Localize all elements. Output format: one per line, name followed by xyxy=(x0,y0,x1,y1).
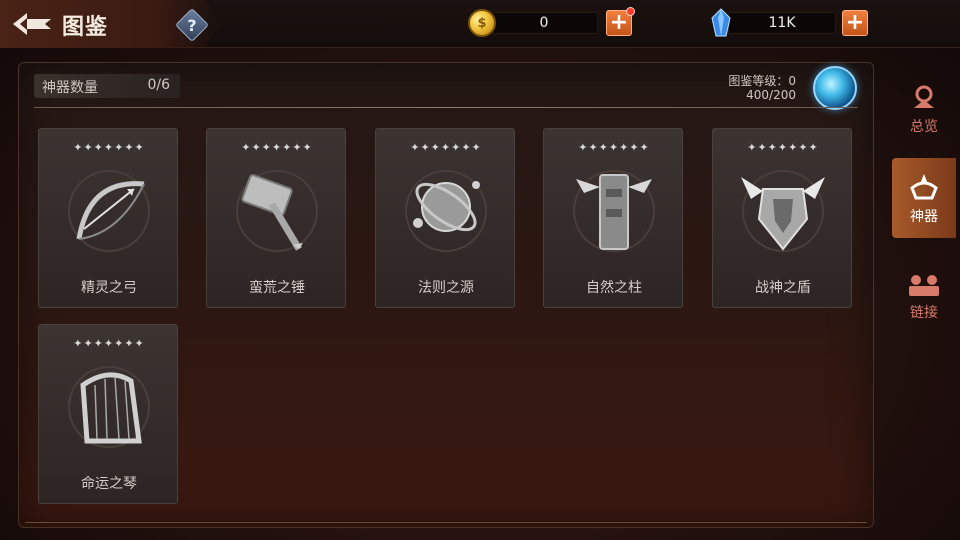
artifact-stars: ✦✦✦✦✦✦✦ xyxy=(73,337,145,350)
artifact-stars: ✦✦✦✦✦✦✦ xyxy=(73,141,145,154)
tab-overview-label: 总览 xyxy=(910,119,938,135)
artifact-name: 蛮荒之锤 xyxy=(249,280,305,296)
links-icon xyxy=(909,275,939,296)
gem-currency: 11K + xyxy=(706,8,870,37)
page-title: 图鉴 xyxy=(62,15,109,40)
top-bar: 图鉴 ? 0 $ + 11K + xyxy=(0,0,960,48)
gold-coin-icon: $ xyxy=(468,9,496,37)
artifact-name: 命运之琴 xyxy=(81,476,137,492)
gold-currency: 0 $ + xyxy=(468,7,635,37)
artifact-card-hammer[interactable]: ✦✦✦✦✦✦✦ 蛮荒之锤 xyxy=(206,128,346,308)
tab-artifacts[interactable]: 神器 xyxy=(892,158,956,238)
winged-shield-icon xyxy=(741,170,825,252)
hammer-icon xyxy=(236,170,318,252)
gem-amount: 11K xyxy=(768,15,796,31)
artifact-stars: ✦✦✦✦✦✦✦ xyxy=(241,141,313,154)
artifact-count-value: 0/6 xyxy=(147,77,170,93)
help-button[interactable]: ? xyxy=(175,8,209,42)
back-arrow-icon xyxy=(13,13,51,35)
artifact-card-shield[interactable]: ✦✦✦✦✦✦✦ 战神之盾 xyxy=(712,128,852,308)
divider xyxy=(34,107,858,108)
tab-links-label: 链接 xyxy=(910,305,938,321)
gold-amount: 0 xyxy=(539,15,549,31)
tab-links[interactable]: 链接 xyxy=(892,266,956,346)
tab-artifacts-label: 神器 xyxy=(910,209,938,225)
artifact-card-orb[interactable]: ✦✦✦✦✦✦✦ 法则之源 xyxy=(375,128,515,308)
artifact-stars: ✦✦✦✦✦✦✦ xyxy=(410,141,482,154)
harp-icon xyxy=(68,366,150,448)
blue-gem-icon xyxy=(711,8,731,37)
back-button[interactable] xyxy=(10,8,54,40)
artifact-card-pillar[interactable]: ✦✦✦✦✦✦✦ 自然之柱 xyxy=(543,128,683,308)
totem-pillar-icon xyxy=(573,170,655,252)
artifact-name: 自然之柱 xyxy=(586,280,642,296)
artifact-count-box: 神器数量 0/6 xyxy=(34,74,180,98)
tab-overview[interactable]: 总览 xyxy=(892,78,956,158)
artifact-count-label: 神器数量 xyxy=(42,80,98,96)
artifact-card-harp[interactable]: ✦✦✦✦✦✦✦ 命运之琴 xyxy=(38,324,178,504)
artifact-stars: ✦✦✦✦✦✦✦ xyxy=(747,141,819,154)
artifact-name: 战神之盾 xyxy=(755,280,811,296)
add-gem-button[interactable]: + xyxy=(842,10,868,36)
bow-icon xyxy=(68,170,150,252)
artifact-stars: ✦✦✦✦✦✦✦ xyxy=(578,141,650,154)
artifact-name: 精灵之弓 xyxy=(81,280,137,296)
collection-level-progress: 400/200 xyxy=(746,88,796,102)
add-gold-button[interactable]: + xyxy=(606,7,635,36)
overview-icon xyxy=(914,85,934,108)
collection-level-orb-icon[interactable] xyxy=(813,66,857,110)
orb-of-rules-icon xyxy=(405,170,487,252)
help-symbol: ? xyxy=(187,15,197,35)
collection-level-label: 图鉴等级：0 xyxy=(728,74,796,88)
notification-dot xyxy=(626,7,635,16)
artifact-name: 法则之源 xyxy=(418,280,474,296)
artifact-card-bow[interactable]: ✦✦✦✦✦✦✦ 精灵之弓 xyxy=(38,128,178,308)
artifacts-icon xyxy=(910,174,938,200)
